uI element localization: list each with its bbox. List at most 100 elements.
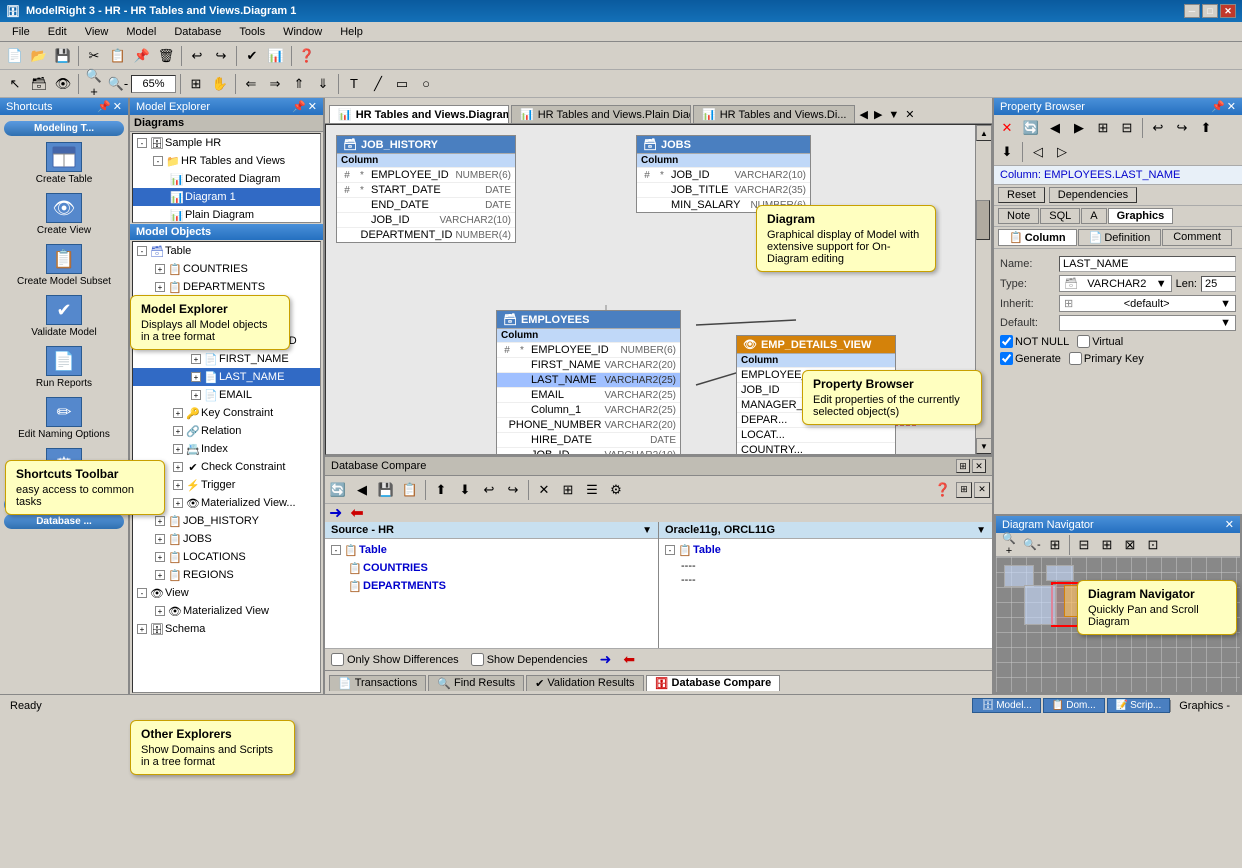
pb-tab-graphics[interactable]: Graphics: [1108, 208, 1174, 224]
zoom-input[interactable]: [131, 75, 176, 93]
scroll-down-button[interactable]: ▼: [976, 438, 992, 454]
close-button[interactable]: ✕: [1220, 4, 1236, 18]
pb-reset-button[interactable]: Reset: [998, 187, 1045, 203]
db-format-button[interactable]: ⚙: [605, 479, 627, 501]
minimize-button[interactable]: ─: [1184, 4, 1200, 18]
col-row[interactable]: HIRE_DATEDATE: [497, 432, 680, 447]
decorated-diagram-node[interactable]: 📊 Decorated Diagram: [133, 170, 320, 188]
cut-button[interactable]: ✂: [83, 45, 105, 67]
source-departments-node[interactable]: 📋 DEPARTMENTS: [327, 577, 656, 595]
pb-default-combo[interactable]: ▼: [1059, 315, 1236, 331]
menu-help[interactable]: Help: [332, 24, 371, 40]
primary-key-check[interactable]: Primary Key: [1069, 352, 1144, 365]
db-columns-button[interactable]: ⊞: [557, 479, 579, 501]
delete-button[interactable]: 🗑: [155, 45, 177, 67]
pb-redo-btn[interactable]: ↪: [1171, 117, 1193, 139]
tab-validation-results[interactable]: ✔ Validation Results: [526, 675, 643, 691]
db-expand-button[interactable]: ⊞: [956, 482, 972, 498]
line-button[interactable]: ╱: [367, 73, 389, 95]
align-bottom-button[interactable]: ⇓: [312, 73, 334, 95]
view-node[interactable]: - 👁 View: [133, 584, 320, 602]
len-input[interactable]: [1201, 276, 1236, 292]
departments-node[interactable]: + 📋 DEPARTMENTS: [133, 278, 320, 296]
select-button[interactable]: ↖: [4, 73, 26, 95]
expand-icon[interactable]: +: [155, 264, 165, 274]
view-button[interactable]: 👁: [52, 73, 74, 95]
undo-button[interactable]: ↩: [186, 45, 208, 67]
new-button[interactable]: 📄: [4, 45, 26, 67]
validate-model-shortcut[interactable]: ✔ Validate Model: [4, 291, 124, 342]
pb-name-input[interactable]: [1059, 256, 1236, 272]
align-top-button[interactable]: ⇑: [288, 73, 310, 95]
dn-grid2-btn[interactable]: ⊞: [1096, 534, 1118, 556]
expand-icon[interactable]: +: [191, 354, 201, 364]
expand-icon[interactable]: -: [137, 588, 147, 598]
copy-button[interactable]: 📋: [107, 45, 129, 67]
expand-icon[interactable]: +: [155, 570, 165, 580]
shortcuts-pin-icon[interactable]: 📌: [97, 100, 111, 113]
expand-icon[interactable]: +: [137, 624, 147, 634]
pb-up-btn[interactable]: ⬆: [1195, 117, 1217, 139]
relation-node[interactable]: + 🔗 Relation: [133, 422, 320, 440]
virtual-check[interactable]: Virtual: [1077, 335, 1123, 348]
last-name-col-node[interactable]: + 📄 LAST_NAME: [133, 368, 320, 386]
dn-grid3-btn[interactable]: ⊠: [1119, 534, 1141, 556]
source-table-node[interactable]: - 📋 Table: [327, 541, 656, 559]
paste-button[interactable]: 📌: [131, 45, 153, 67]
table-node[interactable]: - 🗃 Table: [133, 242, 320, 260]
open-button[interactable]: 📂: [28, 45, 50, 67]
show-deps-check[interactable]: Show Dependencies: [471, 653, 588, 666]
expand-icon[interactable]: +: [191, 372, 201, 382]
schema-node[interactable]: + 🗄 Schema: [133, 620, 320, 638]
primary-key-input[interactable]: [1069, 352, 1082, 365]
db-save-button[interactable]: 💾: [375, 479, 397, 501]
tab-diagram1[interactable]: 📊 HR Tables and Views.Diagram 1 ✕: [329, 105, 509, 123]
create-table-shortcut[interactable]: Create Table: [4, 138, 124, 189]
db-back-button[interactable]: ◀: [351, 479, 373, 501]
countries-node[interactable]: + 📋 COUNTRIES: [133, 260, 320, 278]
col-row[interactable]: LOCAT...: [737, 427, 895, 442]
source-countries-node[interactable]: 📋 COUNTRIES: [327, 559, 656, 577]
target-item2-node[interactable]: ----: [661, 573, 990, 587]
dn-zoom-out-btn[interactable]: 🔍-: [1021, 534, 1043, 556]
expand-icon[interactable]: -: [665, 545, 675, 555]
pb-nav1-btn[interactable]: ◀: [1044, 117, 1066, 139]
expand-icon[interactable]: +: [155, 606, 165, 616]
panel-float-btn[interactable]: ⊞: [956, 459, 970, 473]
target-table-node[interactable]: - 📋 Table: [661, 541, 990, 559]
tab-plain-diagram[interactable]: 📊 HR Tables and Views.Plain Diagram ✕: [511, 105, 691, 123]
db-rows-button[interactable]: ☰: [581, 479, 603, 501]
pb-tab-a[interactable]: A: [1081, 208, 1106, 224]
db-close-button[interactable]: ✕: [974, 482, 990, 498]
col-row[interactable]: #*JOB_IDVARCHAR2(10): [637, 167, 810, 182]
not-null-input[interactable]: [1000, 335, 1013, 348]
dn-zoom-in-btn[interactable]: 🔍+: [998, 534, 1020, 556]
col-row[interactable]: #*EMPLOYEE_IDNUMBER(6): [497, 342, 680, 357]
db-delete-button[interactable]: ✕: [533, 479, 555, 501]
jobs-table[interactable]: 🗃 JOBS Column #*JOB_IDVARCHAR2(10) JOB_T…: [636, 135, 811, 213]
menu-edit[interactable]: Edit: [40, 24, 75, 40]
not-null-check[interactable]: NOT NULL: [1000, 335, 1069, 348]
menu-view[interactable]: View: [77, 24, 117, 40]
validate-button[interactable]: ✔: [241, 45, 263, 67]
dn-grid1-btn[interactable]: ⊟: [1073, 534, 1095, 556]
align-left-button[interactable]: ⇐: [240, 73, 262, 95]
db-redo-button[interactable]: ↪: [502, 479, 524, 501]
target-item1-node[interactable]: ----: [661, 559, 990, 573]
help-button[interactable]: ❓: [296, 45, 318, 67]
run-reports-shortcut[interactable]: 📄 Run Reports: [4, 342, 124, 393]
pb-refresh-btn[interactable]: 🔄: [1020, 117, 1042, 139]
pb-tab-column[interactable]: 📋 Column: [998, 229, 1077, 246]
col-row[interactable]: JOB_IDVARCHAR2(10): [497, 447, 680, 455]
create-model-subset-shortcut[interactable]: 📋 Create Model Subset: [4, 240, 124, 291]
tab-close-all[interactable]: ✕: [903, 106, 916, 123]
col-row[interactable]: #*EMPLOYEE_IDNUMBER(6): [337, 167, 515, 182]
col-row[interactable]: DEPARTMENT_IDNUMBER(4): [337, 227, 515, 242]
col-row[interactable]: EMAILVARCHAR2(25): [497, 387, 680, 402]
col-row[interactable]: JOB_IDVARCHAR2(10): [337, 212, 515, 227]
col-row[interactable]: COUNTRY...: [737, 442, 895, 455]
pb-type-combo[interactable]: 🗃 VARCHAR2 ▼: [1059, 275, 1172, 292]
pb-nav4-btn[interactable]: ⊟: [1116, 117, 1138, 139]
show-deps-input[interactable]: [471, 653, 484, 666]
regions-node[interactable]: + 📋 REGIONS: [133, 566, 320, 584]
